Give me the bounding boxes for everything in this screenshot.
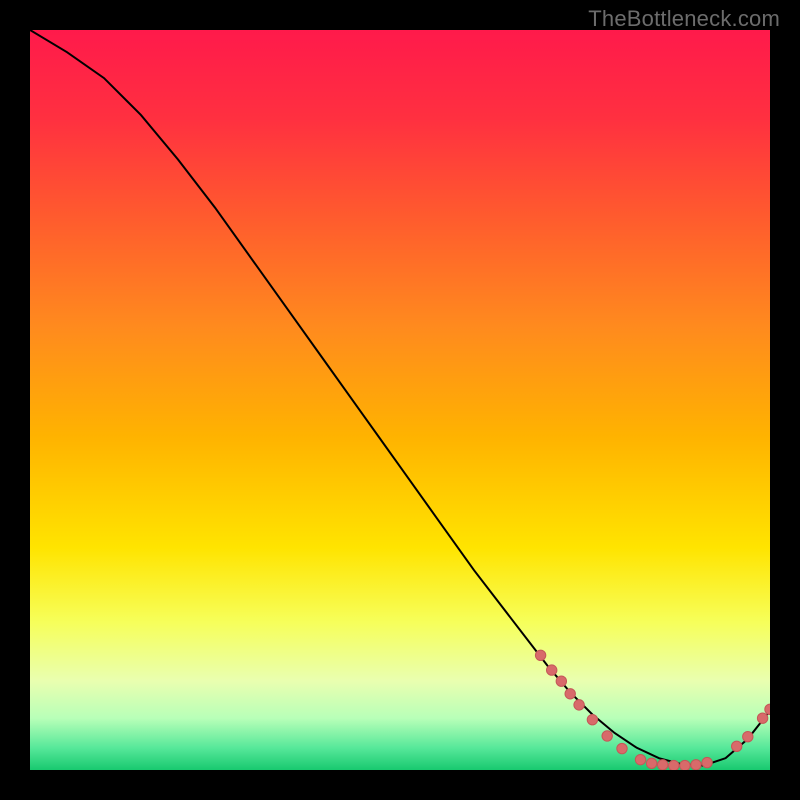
curve-marker [757, 713, 767, 723]
curve-marker [617, 743, 627, 753]
curve-marker [658, 760, 668, 770]
curve-marker [535, 650, 545, 660]
curve-marker [547, 665, 557, 675]
curve-marker [680, 760, 690, 770]
chart-stage: TheBottleneck.com [0, 0, 800, 800]
chart-svg [30, 30, 770, 770]
curve-marker [732, 741, 742, 751]
curve-marker [646, 758, 656, 768]
curve-marker [574, 700, 584, 710]
watermark-text: TheBottleneck.com [588, 6, 780, 32]
curve-marker [669, 760, 679, 770]
curve-marker [743, 732, 753, 742]
curve-marker [691, 760, 701, 770]
curve-marker [556, 676, 566, 686]
curve-marker [702, 757, 712, 767]
curve-marker [602, 731, 612, 741]
plot-area [30, 30, 770, 770]
gradient-background [30, 30, 770, 770]
curve-marker [635, 754, 645, 764]
curve-marker [565, 689, 575, 699]
curve-marker [587, 714, 597, 724]
